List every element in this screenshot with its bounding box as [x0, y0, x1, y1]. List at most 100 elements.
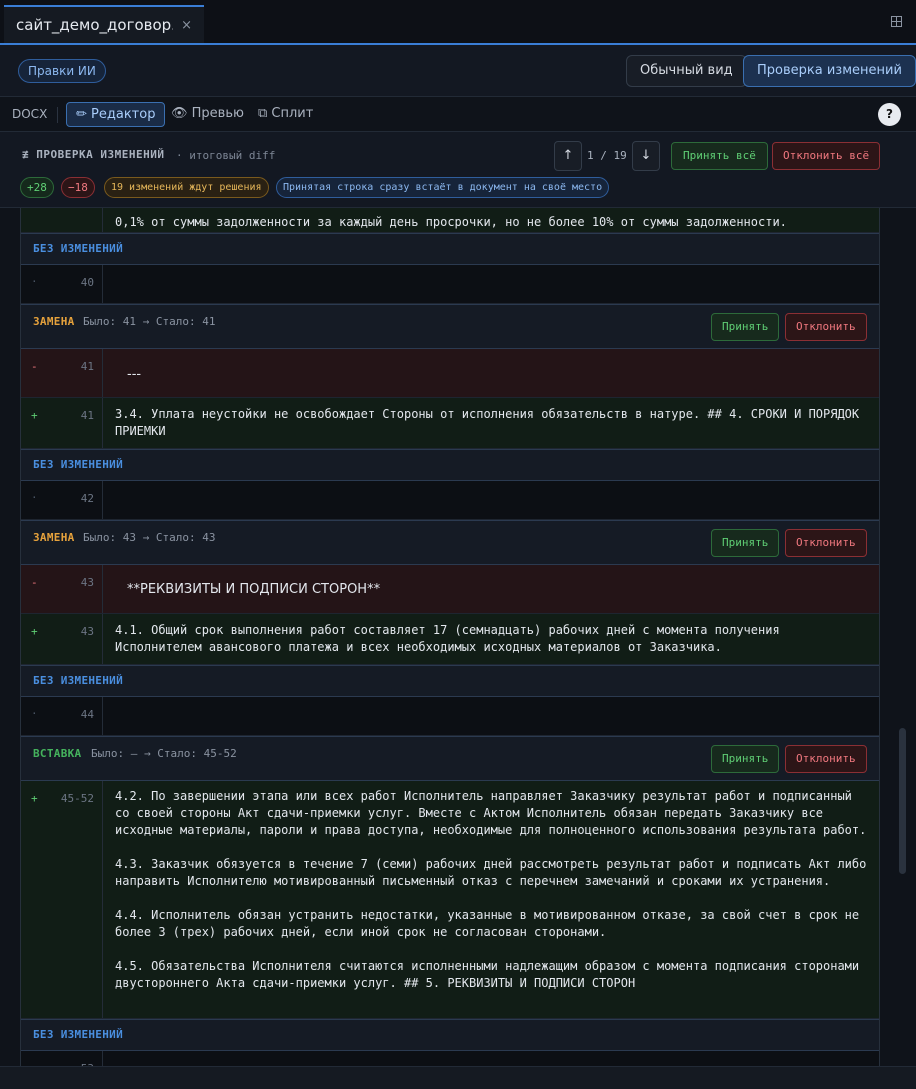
diff-marker: ·	[31, 275, 38, 288]
tab-title: сайт_демо_договор....	[16, 16, 174, 34]
scrollbar-thumb[interactable]	[899, 728, 906, 874]
line-number: 43	[80, 576, 94, 589]
line-number: 43	[80, 625, 94, 638]
hunk-label: ВСТАВКА	[33, 747, 82, 760]
diff-text: 3.4. Уплата неустойки не освобождает Сто…	[115, 407, 867, 438]
change-counter: 1 / 19	[587, 149, 627, 162]
diff-marker: +	[31, 625, 38, 638]
diff-gutter: · 42	[21, 481, 103, 519]
diff-marker: -	[31, 360, 38, 373]
diff-text: 4.3. Заказчик обязуется в течение 7 (сем…	[115, 857, 874, 888]
prev-change-button[interactable]: ↑	[554, 141, 582, 171]
info-badge: Принятая строка сразу встаёт в документ …	[276, 177, 610, 198]
review-subtitle: · итоговый diff	[176, 149, 276, 162]
reject-hunk-button[interactable]: Отклонить	[785, 313, 867, 341]
diff-text: 4.4. Исполнитель обязан устранить недост…	[115, 908, 867, 939]
diff-row-removed: - 41 ---	[21, 349, 879, 398]
hunk-meta: Было: 41 → Стало: 41	[83, 315, 216, 328]
hunk-header-replace: ЗАМЕНА Было: 43 → Стало: 43 Принять Откл…	[21, 520, 879, 565]
reject-hunk-button[interactable]: Отклонить	[785, 745, 867, 773]
diff-viewport: 0,1% от суммы задолженности за каждый де…	[0, 208, 916, 1066]
diff-text: 4.2. По завершении этапа или всех работ …	[115, 789, 867, 837]
hunk-label: БЕЗ ИЗМЕНЕНИЙ	[33, 242, 123, 255]
close-icon[interactable]: ×	[181, 18, 192, 33]
preview-tab-button[interactable]: 👁 Превью	[162, 102, 253, 127]
diff-row-unchanged: · 53	[21, 1051, 879, 1066]
reject-all-button[interactable]: Отклонить всё	[772, 142, 881, 170]
diff-row-added: 0,1% от суммы задолженности за каждый де…	[21, 208, 879, 233]
diff-text: 0,1% от суммы задолженности за каждый де…	[115, 215, 787, 229]
format-label: DOCX	[12, 107, 48, 121]
hunk-header-unchanged: БЕЗ ИЗМЕНЕНИЙ	[21, 233, 879, 265]
diff-text: 4.1. Общий срок выполнения работ составл…	[115, 623, 787, 654]
hunk-meta: Было: 43 → Стало: 43	[83, 531, 216, 544]
accept-hunk-button[interactable]: Принять	[711, 313, 780, 341]
normal-view-button[interactable]: Обычный вид	[626, 55, 747, 87]
scrollbar[interactable]	[897, 208, 909, 1066]
diff-gutter: - 41	[21, 349, 103, 397]
diff-marker: ·	[31, 491, 38, 504]
diff-text: 4.5. Обязательства Исполнителя считаются…	[115, 959, 867, 990]
diff-row-added: + 45-52 4.2. По завершении этапа или все…	[21, 781, 879, 1019]
hunk-label: БЕЗ ИЗМЕНЕНИЙ	[33, 674, 123, 687]
line-number: 40	[80, 276, 94, 289]
accept-hunk-button[interactable]: Принять	[711, 529, 780, 557]
review-changes-button[interactable]: Проверка изменений	[743, 55, 916, 87]
hunk-header-replace: ЗАМЕНА Было: 41 → Стало: 41 Принять Откл…	[21, 304, 879, 349]
added-count-badge: +28	[20, 177, 54, 198]
line-number: 44	[80, 708, 94, 721]
review-header: ≢ ПРОВЕРКА ИЗМЕНЕНИЙ · итоговый diff ↑ 1…	[0, 132, 916, 208]
hunk-label: ЗАМЕНА	[33, 315, 75, 328]
line-number: 41	[80, 409, 94, 422]
line-number: 45-52	[60, 792, 94, 805]
reject-hunk-button[interactable]: Отклонить	[785, 529, 867, 557]
document-tab[interactable]: сайт_демо_договор.... ×	[4, 5, 204, 43]
bottom-strip	[0, 1066, 916, 1089]
next-change-button[interactable]: ↓	[632, 141, 660, 171]
diff-row-unchanged: · 44	[21, 697, 879, 736]
pending-badge: 19 изменений ждут решения	[104, 177, 269, 198]
diff-row-unchanged: · 42	[21, 481, 879, 520]
diff-gutter: · 40	[21, 265, 103, 303]
diff-text: **РЕКВИЗИТЫ И ПОДПИСИ СТОРОН**	[127, 582, 381, 597]
line-number: 41	[80, 360, 94, 373]
line-number: 42	[80, 492, 94, 505]
diff-text: ---	[127, 367, 142, 382]
editor-toolbar: DOCX ✏ Редактор 👁 Превью ⧉ Сплит ?	[0, 97, 916, 132]
diff-marker: -	[31, 576, 38, 589]
split-view-icon[interactable]	[891, 16, 902, 27]
diff-row-removed: - 43 **РЕКВИЗИТЫ И ПОДПИСИ СТОРОН**	[21, 565, 879, 614]
diff-gutter	[21, 208, 103, 232]
diff-row-added: + 43 4.1. Общий срок выполнения работ со…	[21, 614, 879, 665]
accept-all-button[interactable]: Принять всё	[671, 142, 768, 170]
diff-gutter: · 44	[21, 697, 103, 735]
diff-row-added: + 41 3.4. Уплата неустойки не освобождае…	[21, 398, 879, 449]
removed-count-badge: −18	[61, 177, 95, 198]
diff-marker: ·	[31, 707, 38, 720]
diff-marker: +	[31, 409, 38, 422]
help-button[interactable]: ?	[878, 103, 901, 126]
diff-gutter: · 53	[21, 1051, 103, 1066]
accept-hunk-button[interactable]: Принять	[711, 745, 780, 773]
review-title: ≢ ПРОВЕРКА ИЗМЕНЕНИЙ	[22, 148, 165, 161]
split-tab-button[interactable]: ⧉ Сплит	[249, 102, 322, 127]
hunk-label: БЕЗ ИЗМЕНЕНИЙ	[33, 1028, 123, 1041]
diff-gutter: + 41	[21, 398, 103, 448]
diff-list: 0,1% от суммы задолженности за каждый де…	[20, 208, 880, 1066]
toolbar-divider	[57, 107, 58, 123]
hunk-header-insert: ВСТАВКА Было: — → Стало: 45-52 Принять О…	[21, 736, 879, 781]
diff-row-unchanged: · 40	[21, 265, 879, 304]
hunk-label: БЕЗ ИЗМЕНЕНИЙ	[33, 458, 123, 471]
diff-gutter: + 45-52	[21, 781, 103, 1018]
hunk-header-unchanged: БЕЗ ИЗМЕНЕНИЙ	[21, 1019, 879, 1051]
hunk-header-unchanged: БЕЗ ИЗМЕНЕНИЙ	[21, 665, 879, 697]
diff-gutter: + 43	[21, 614, 103, 664]
mode-bar: Правки ИИ Обычный вид Проверка изменений	[0, 45, 916, 97]
editor-tab-button[interactable]: ✏ Редактор	[66, 102, 166, 127]
hunk-header-unchanged: БЕЗ ИЗМЕНЕНИЙ	[21, 449, 879, 481]
ai-edits-badge[interactable]: Правки ИИ	[18, 59, 106, 83]
hunk-meta: Было: — → Стало: 45-52	[91, 747, 237, 760]
diff-marker: +	[31, 792, 38, 805]
hunk-label: ЗАМЕНА	[33, 531, 75, 544]
tab-bar: сайт_демо_договор.... ×	[0, 0, 916, 45]
